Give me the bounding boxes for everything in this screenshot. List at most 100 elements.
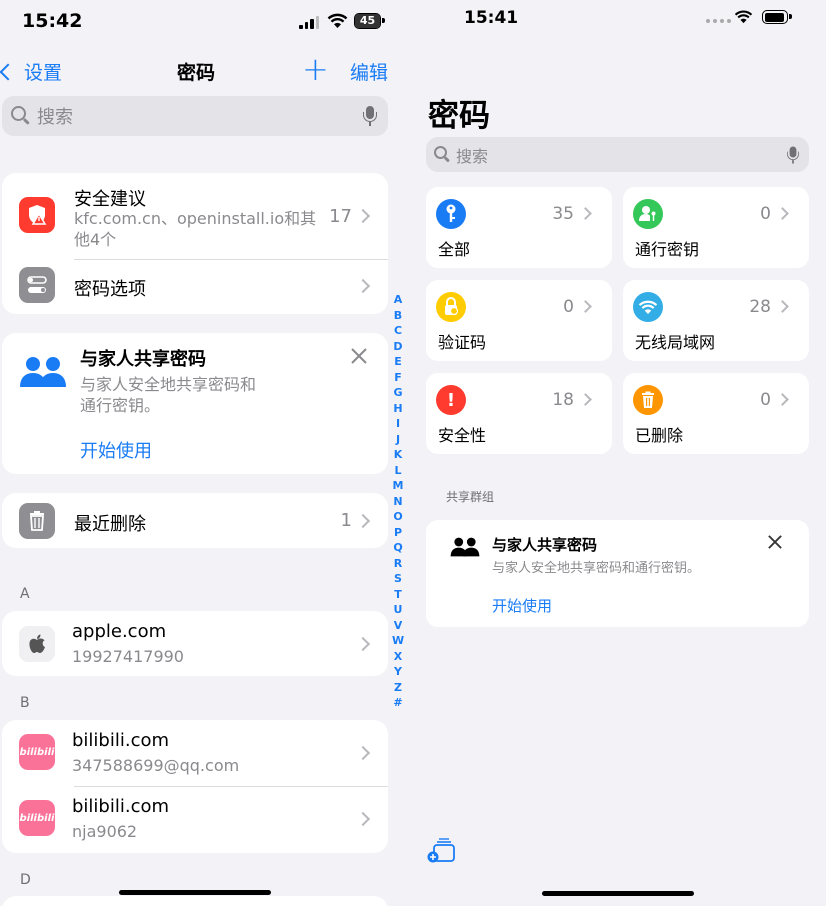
chevron-right-icon [355, 208, 371, 224]
chevron-right-icon [776, 300, 789, 313]
family-people-icon [20, 357, 66, 387]
search-placeholder: 搜索 [37, 107, 73, 128]
tile-wifi[interactable]: 28 无线局域网 [623, 280, 809, 361]
password-options-title: 密码选项 [74, 279, 146, 300]
index-letter[interactable]: Y [394, 664, 402, 680]
alphabet-index[interactable]: A B C D E F G H I J K L M N O P Q R S T U V W X Y Z # [392, 292, 404, 711]
index-letter[interactable]: H [393, 401, 402, 417]
tile-label: 安全性 [438, 426, 487, 445]
chevron-right-icon [579, 207, 592, 220]
index-letter[interactable]: F [394, 370, 402, 386]
tile-passkeys[interactable]: 0 通行密钥 [623, 187, 809, 268]
index-letter[interactable]: O [393, 509, 402, 525]
index-letter[interactable]: B [394, 308, 402, 324]
chevron-right-icon [579, 300, 592, 313]
recently-deleted-count: 1 [340, 510, 352, 531]
family-share-card: 与家人共享密码 与家人安全地共享密码和 通行密钥。 开始使用 [2, 333, 388, 474]
cellular-dots-icon [706, 19, 731, 23]
index-letter[interactable]: E [394, 354, 402, 370]
tile-label: 全部 [438, 240, 471, 259]
tile-all[interactable]: 35 全部 [426, 187, 612, 268]
right-screen: 15:41 密码 搜索 35 全部 0 通行密钥 0 验证码 28 无线局域网 … [410, 0, 826, 906]
index-letter[interactable]: S [394, 571, 402, 587]
index-letter[interactable]: A [394, 292, 403, 308]
tile-count: 0 [563, 297, 574, 317]
security-shield-icon [19, 197, 55, 233]
section-letter-a: A [20, 586, 30, 602]
chevron-right-icon [355, 513, 371, 529]
edit-button[interactable]: 编辑 [350, 58, 388, 85]
entry-site: apple.com [72, 621, 167, 642]
wifi-icon [633, 292, 663, 322]
index-letter[interactable]: X [394, 649, 402, 665]
microphone-icon[interactable] [363, 106, 377, 126]
family-people-icon [450, 537, 480, 557]
close-icon[interactable] [768, 535, 782, 549]
index-letter[interactable]: C [394, 323, 402, 339]
tile-label: 验证码 [438, 333, 487, 352]
family-desc: 与家人安全地共享密码和通行密钥。 [492, 561, 701, 576]
password-options-row[interactable]: 密码选项 [2, 259, 388, 314]
security-count: 17 [329, 206, 352, 227]
home-indicator[interactable] [542, 891, 694, 896]
shared-groups-label: 共享群组 [446, 490, 495, 504]
home-indicator[interactable] [119, 890, 271, 895]
close-icon[interactable] [351, 348, 367, 364]
chevron-right-icon [776, 393, 789, 406]
section-letter-d: D [20, 872, 31, 888]
passkey-person-icon [633, 199, 663, 229]
index-letter[interactable]: V [394, 618, 403, 634]
tile-deleted[interactable]: 0 已删除 [623, 373, 809, 454]
bilibili-entry-1[interactable]: bilibili bilibili.com 347588699@qq.com [2, 720, 388, 786]
index-letter[interactable]: T [394, 587, 402, 603]
tile-security[interactable]: ! 18 安全性 [426, 373, 612, 454]
search-input[interactable]: 搜索 [426, 137, 809, 172]
tile-count: 0 [760, 204, 771, 224]
microphone-icon[interactable] [787, 146, 799, 164]
bilibili-list: bilibili bilibili.com 347588699@qq.com b… [2, 720, 388, 853]
family-start-button[interactable]: 开始使用 [492, 595, 552, 616]
security-subtitle-2: 他4个 [74, 230, 117, 249]
index-letter[interactable]: U [394, 602, 403, 618]
battery-icon [762, 10, 792, 24]
battery-level: 45 [355, 14, 380, 28]
bilibili-icon-text: bilibili [19, 812, 55, 824]
bilibili-entry-2[interactable]: bilibili bilibili.com nja9062 [2, 786, 388, 853]
section-letter-b: B [20, 695, 30, 711]
index-letter[interactable]: L [394, 463, 401, 479]
tile-verification-codes[interactable]: 0 验证码 [426, 280, 612, 361]
index-letter[interactable]: M [393, 478, 404, 494]
index-letter[interactable]: R [394, 556, 402, 572]
wifi-icon [734, 10, 753, 24]
index-letter[interactable]: P [394, 525, 402, 541]
index-letter[interactable]: D [393, 339, 402, 355]
tile-label: 已删除 [635, 426, 684, 445]
apple-entry[interactable]: apple.com 19927417990 [2, 611, 388, 676]
index-letter[interactable]: J [396, 432, 400, 448]
family-desc-2: 通行密钥。 [80, 396, 161, 415]
new-group-icon[interactable] [426, 838, 458, 864]
wifi-icon [327, 13, 348, 28]
security-recommendations-row[interactable]: 安全建议 kfc.com.cn、openinstall.io和其 他4个 17 [2, 173, 388, 259]
index-letter[interactable]: Z [394, 680, 402, 696]
recently-deleted-card[interactable]: 最近删除 1 [2, 493, 388, 548]
index-letter[interactable]: I [396, 416, 400, 432]
trash-icon [633, 385, 663, 415]
index-letter[interactable]: Q [393, 540, 402, 556]
tile-count: 35 [552, 204, 574, 224]
search-input[interactable]: 搜索 [2, 96, 388, 136]
chevron-right-icon [355, 278, 371, 294]
index-letter[interactable]: W [392, 633, 404, 649]
add-button[interactable]: + [302, 50, 329, 88]
chevron-right-icon [776, 207, 789, 220]
family-title: 与家人共享密码 [492, 536, 598, 554]
index-letter[interactable]: # [393, 695, 402, 711]
index-letter[interactable]: N [393, 494, 402, 510]
tile-count: 18 [552, 390, 574, 410]
index-letter[interactable]: G [393, 385, 402, 401]
family-start-button[interactable]: 开始使用 [80, 437, 152, 463]
chevron-right-icon [355, 811, 371, 827]
index-letter[interactable]: K [394, 447, 403, 463]
next-section-card [2, 896, 388, 906]
entry-account: 19927417990 [72, 647, 184, 666]
